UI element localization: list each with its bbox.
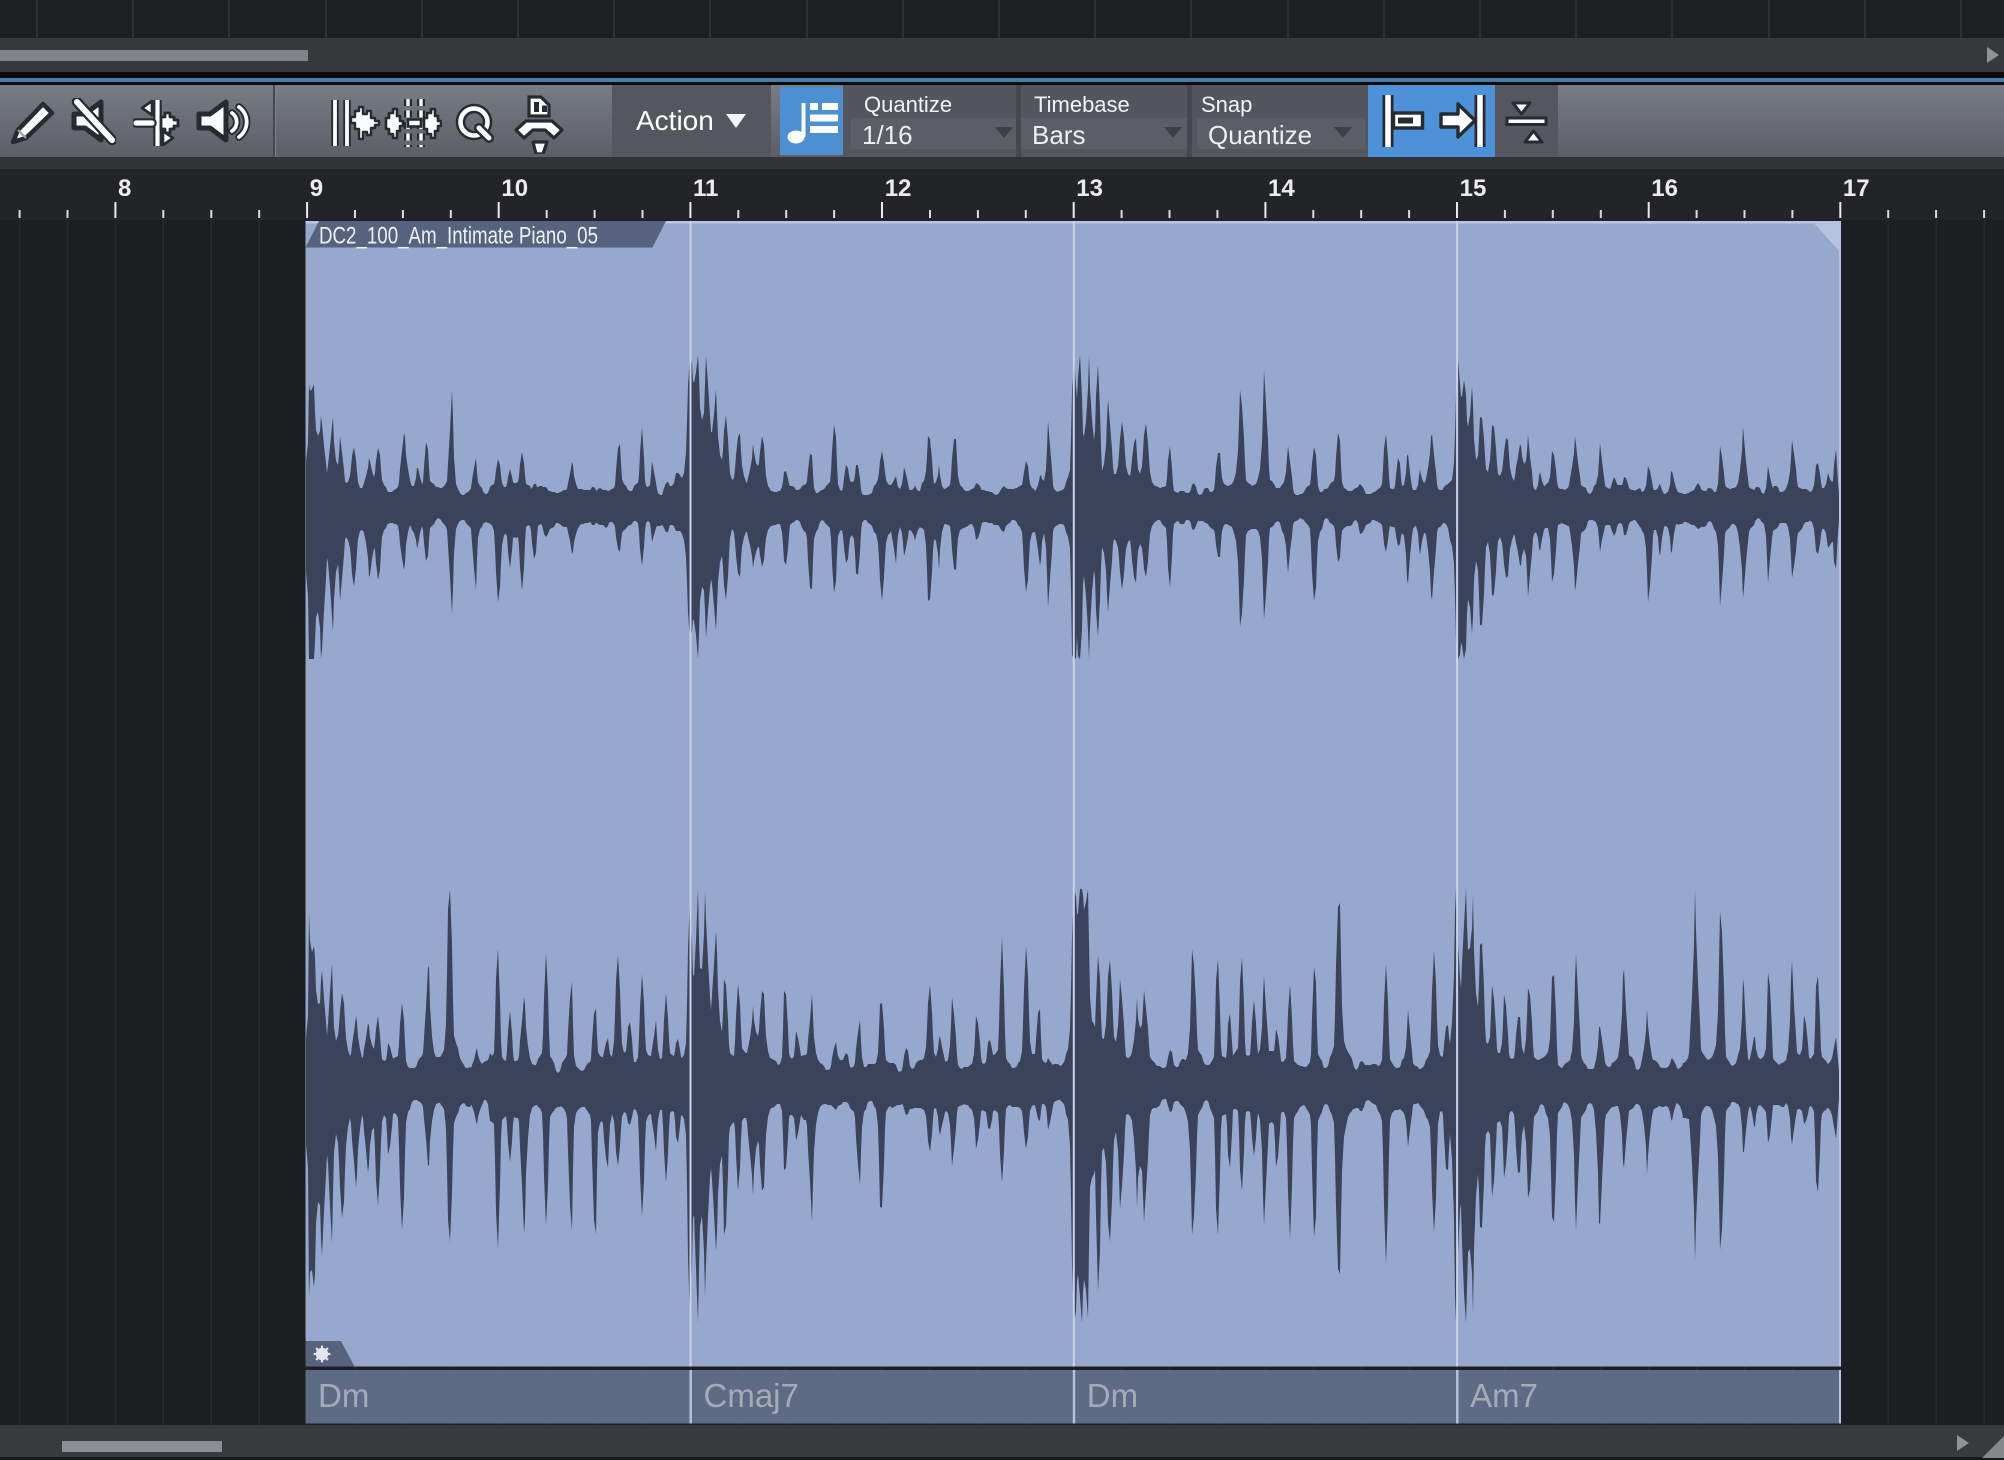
svg-text:12: 12 bbox=[885, 175, 912, 202]
svg-text:DC2_100_Am_Intimate Piano_05: DC2_100_Am_Intimate Piano_05 bbox=[319, 223, 598, 250]
svg-text:15: 15 bbox=[1460, 175, 1487, 202]
svg-text:17: 17 bbox=[1843, 175, 1870, 202]
svg-text:16: 16 bbox=[1651, 175, 1678, 202]
svg-text:Am7: Am7 bbox=[1470, 1377, 1538, 1414]
svg-text:Cmaj7: Cmaj7 bbox=[704, 1377, 799, 1414]
svg-text:9: 9 bbox=[310, 175, 323, 202]
svg-text:Dm: Dm bbox=[318, 1377, 369, 1414]
svg-text:13: 13 bbox=[1076, 175, 1103, 202]
svg-text:14: 14 bbox=[1268, 175, 1295, 202]
svg-text:Dm: Dm bbox=[1087, 1377, 1138, 1414]
svg-text:11: 11 bbox=[693, 175, 718, 202]
svg-text:10: 10 bbox=[501, 175, 528, 202]
svg-text:8: 8 bbox=[118, 175, 131, 202]
